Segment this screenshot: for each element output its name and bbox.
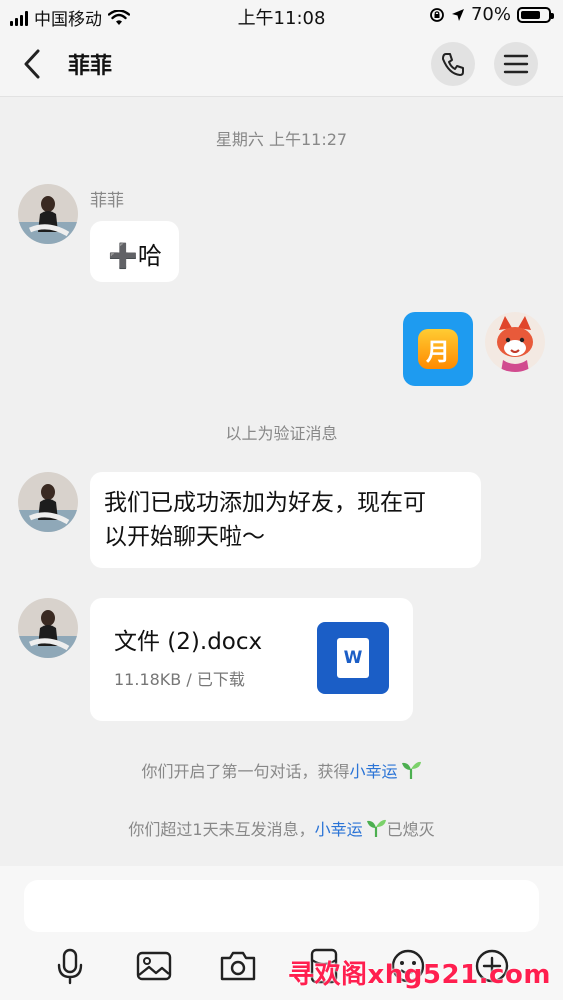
avatar[interactable]: [18, 472, 78, 532]
camera-icon: [220, 951, 256, 981]
phone-icon: [442, 53, 464, 76]
nav-bar: 菲菲: [0, 32, 563, 97]
back-icon: [24, 49, 40, 79]
sticker-message[interactable]: 月: [403, 312, 473, 386]
lucky-link[interactable]: 小幸运: [315, 820, 363, 839]
notice-text: 已熄灭: [386, 820, 435, 839]
lucky-link[interactable]: 小幸运: [350, 762, 398, 781]
message-input[interactable]: [24, 880, 539, 932]
notice-text: 你们开启了第一句对话，获得: [141, 762, 350, 781]
microphone-icon: [57, 948, 83, 985]
file-message-card[interactable]: 文件 (2).docx 11.18KB / 已下载 W: [90, 598, 413, 721]
menu-icon: [503, 54, 529, 74]
watermark-text: 寻欢阁xhg521.com: [288, 960, 551, 990]
chat-menu-button[interactable]: [494, 42, 538, 86]
image-button[interactable]: [134, 946, 174, 986]
avatar[interactable]: [18, 184, 78, 244]
rotation-lock-icon: [430, 7, 444, 22]
sticker-text: 月: [426, 337, 450, 366]
contact-avatar-image: [18, 184, 78, 244]
voice-call-button[interactable]: [431, 42, 475, 86]
status-right: 70%: [429, 4, 554, 25]
verification-notice: 以上为验证消息: [225, 424, 338, 443]
location-icon: [451, 8, 464, 21]
camera-button[interactable]: [218, 946, 258, 986]
file-meta: 11.18KB / 已下载: [114, 670, 245, 689]
moon-sticker-icon: 月: [418, 329, 458, 369]
sender-name: 菲菲: [90, 191, 124, 211]
message-bubble-incoming[interactable]: ➕哈: [90, 221, 179, 282]
contact-avatar-image: [18, 472, 78, 532]
battery-percent: 70%: [470, 4, 511, 25]
sprout-icon: [366, 819, 386, 837]
avatar[interactable]: [18, 598, 78, 658]
battery-icon: [517, 6, 554, 23]
message-text: ➕哈: [108, 242, 162, 270]
contact-avatar-image: [18, 598, 78, 658]
message-text-line: 以开始聊天啦～: [104, 524, 265, 550]
message-bubble-incoming[interactable]: 我们已成功添加为好友，现在可 以开始聊天啦～: [90, 472, 481, 568]
message-text-line: 我们已成功添加为好友，现在可: [104, 490, 426, 516]
fox-avatar-image: [485, 312, 545, 372]
my-avatar[interactable]: [485, 312, 545, 372]
lucky-expired-notice: 你们超过1天未互发消息，小幸运 已熄灭: [0, 816, 563, 840]
notice-text: 你们超过1天未互发消息，: [128, 820, 315, 839]
voice-input-button[interactable]: [50, 946, 90, 986]
word-doc-glyph: W: [337, 638, 369, 678]
chat-title: 菲菲: [68, 54, 113, 79]
status-bar: 中国移动 上午11:08 70%: [0, 0, 563, 32]
message-timestamp: 星期六 上午11:27: [215, 130, 348, 149]
sprout-icon: [401, 761, 421, 779]
image-icon: [136, 951, 172, 981]
word-file-icon: W: [317, 622, 389, 694]
first-chat-notice: 你们开启了第一句对话，获得小幸运: [0, 758, 563, 782]
file-name: 文件 (2).docx: [114, 629, 263, 655]
back-button[interactable]: [18, 46, 48, 82]
